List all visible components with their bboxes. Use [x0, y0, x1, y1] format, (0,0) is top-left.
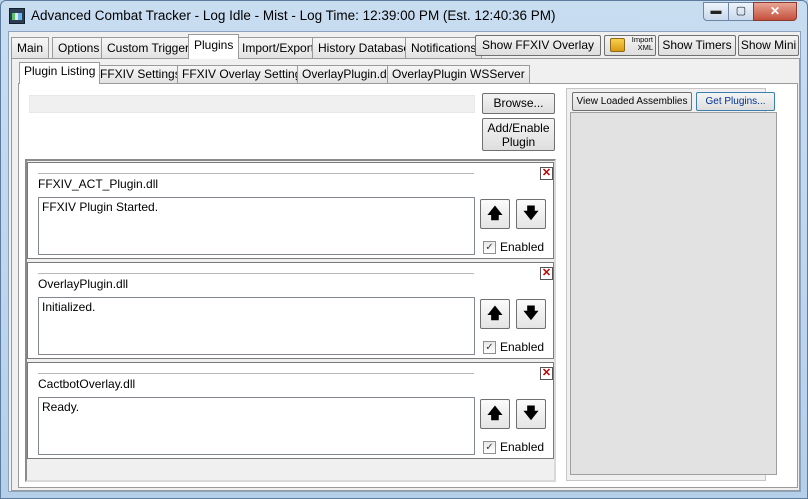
assemblies-group: View Loaded Assemblies Get Plugins... [566, 88, 777, 481]
window-title: Advanced Combat Tracker - Log Idle - Mis… [31, 8, 556, 23]
minimize-button[interactable]: ▬ [703, 2, 729, 21]
app-window: Advanced Combat Tracker - Log Idle - Mis… [0, 0, 808, 499]
separator [38, 273, 474, 274]
act-app-icon [9, 8, 25, 24]
move-up-button[interactable]: 🡅 [480, 399, 510, 429]
close-button[interactable]: ✕ [753, 2, 797, 21]
plugin-name: FFXIV_ACT_Plugin.dll [38, 177, 159, 191]
enabled-checkbox[interactable]: ✓ [483, 341, 496, 354]
enabled-checkbox[interactable]: ✓ [483, 441, 496, 454]
plugin-name: CactbotOverlay.dll [38, 377, 136, 391]
plugin-path-input[interactable] [29, 95, 475, 113]
assemblies-panel [570, 112, 777, 475]
remove-plugin-button[interactable]: ✕ [540, 267, 553, 280]
plugin-entry: CactbotOverlay.dll ✕ Ready. 🡅 🡇 ✓ Enable… [27, 362, 554, 459]
show-mini-button[interactable]: Show Mini [738, 35, 799, 56]
tab-ffxiv-settings[interactable]: FFXIV Settings [95, 65, 186, 83]
get-plugins-button[interactable]: Get Plugins... [696, 92, 775, 111]
client-area: Main Options Custom Triggers Plugins Imp… [8, 31, 801, 492]
arrow-down-icon: 🡇 [523, 305, 539, 322]
tab-custom-triggers[interactable]: Custom Triggers [101, 37, 202, 59]
tab-overlayplugin-wsserver[interactable]: OverlayPlugin WSServer [387, 65, 530, 83]
import-xml-icon [610, 38, 625, 52]
enabled-checkbox[interactable]: ✓ [483, 241, 496, 254]
tab-plugins[interactable]: Plugins [188, 34, 240, 59]
tab-main[interactable]: Main [11, 37, 50, 59]
remove-plugin-button[interactable]: ✕ [540, 367, 553, 380]
plugins-page: Plugin Listing FFXIV Settings FFXIV Over… [11, 58, 800, 491]
tab-notifications[interactable]: Notifications [405, 37, 483, 59]
plugin-status-box: Initialized. [38, 297, 475, 355]
arrow-down-icon: 🡇 [523, 205, 539, 222]
arrow-up-icon: 🡅 [487, 405, 503, 422]
show-timers-button[interactable]: Show Timers [658, 35, 736, 56]
tab-ffxiv-overlay-settings[interactable]: FFXIV Overlay Settings [177, 65, 313, 83]
plugin-name: OverlayPlugin.dll [38, 277, 129, 291]
plugin-entry: FFXIV_ACT_Plugin.dll ✕ FFXIV Plugin Star… [27, 162, 554, 259]
plugin-status-box: Ready. [38, 397, 475, 455]
move-down-button[interactable]: 🡇 [516, 199, 546, 229]
arrow-down-icon: 🡇 [523, 405, 539, 422]
tab-import-export[interactable]: Import/Export [236, 37, 321, 59]
enabled-label: Enabled [500, 440, 545, 454]
remove-plugin-button[interactable]: ✕ [540, 167, 553, 180]
tab-overlayplugin-dll[interactable]: OverlayPlugin.dll [297, 65, 398, 83]
move-up-button[interactable]: 🡅 [480, 299, 510, 329]
arrow-up-icon: 🡅 [487, 205, 503, 222]
move-down-button[interactable]: 🡇 [516, 299, 546, 329]
tab-history-database[interactable]: History Database [312, 37, 417, 59]
view-loaded-assemblies-button[interactable]: View Loaded Assemblies [572, 92, 692, 111]
arrow-up-icon: 🡅 [487, 305, 503, 322]
enabled-label: Enabled [500, 340, 545, 354]
separator [38, 373, 474, 374]
tab-plugin-listing[interactable]: Plugin Listing [19, 62, 101, 84]
maximize-button[interactable]: ▢ [728, 2, 754, 21]
add-enable-plugin-button[interactable]: Add/Enable Plugin [482, 118, 555, 151]
move-up-button[interactable]: 🡅 [480, 199, 510, 229]
show-ffxiv-overlay-button[interactable]: Show FFXIV Overlay [475, 35, 601, 56]
plugin-list[interactable]: FFXIV_ACT_Plugin.dll ✕ FFXIV Plugin Star… [25, 159, 556, 482]
browse-button[interactable]: Browse... [482, 93, 555, 114]
title-bar[interactable]: Advanced Combat Tracker - Log Idle - Mis… [1, 1, 807, 31]
import-xml-label: Import XML [631, 35, 653, 52]
plugin-entry: OverlayPlugin.dll ✕ Initialized. 🡅 🡇 ✓ E… [27, 262, 554, 359]
plugin-status-box: FFXIV Plugin Started. [38, 197, 475, 255]
tab-options[interactable]: Options [52, 37, 106, 59]
import-xml-button[interactable]: Import XML [604, 35, 656, 56]
move-down-button[interactable]: 🡇 [516, 399, 546, 429]
plugin-listing-panel: Browse... Add/Enable Plugin FFXIV_ACT_Plu… [18, 83, 798, 488]
enabled-label: Enabled [500, 240, 545, 254]
separator [38, 173, 474, 174]
